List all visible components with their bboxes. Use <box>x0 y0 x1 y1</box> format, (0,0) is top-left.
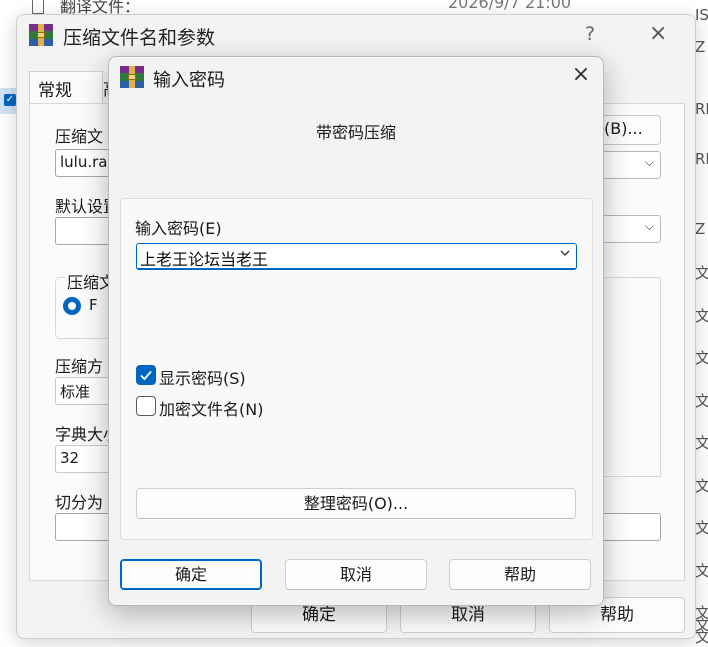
password-value: 上老王论坛当老王 <box>140 250 269 269</box>
background-list-item: 文 <box>695 477 708 495</box>
background-list-item: 文 <box>695 349 708 367</box>
default-settings-field[interactable] <box>55 217 115 245</box>
password-heading: 带密码压缩 <box>315 123 396 142</box>
update-mode-dropdown[interactable]: ⌵ <box>597 215 661 243</box>
archive-name-input[interactable]: lulu.rar <box>55 149 115 177</box>
close-icon[interactable]: × <box>567 61 595 89</box>
background-list-item: 文 <box>695 519 708 537</box>
encrypt-filenames-checkbox[interactable] <box>136 396 156 416</box>
check-icon <box>140 370 152 381</box>
close-icon[interactable]: × <box>649 21 667 46</box>
background-list-item: 文 <box>695 307 708 325</box>
background-list-item: 文 <box>695 628 708 646</box>
method-select[interactable]: 标准 <box>55 377 115 405</box>
background-file-time: 2026/9/7 21:00 <box>448 0 572 12</box>
background-list-item: IS <box>695 6 708 24</box>
chevron-down-icon: ⌵ <box>644 219 654 233</box>
background-list-item: RF <box>695 150 708 168</box>
chevron-down-icon[interactable] <box>560 248 570 258</box>
check-icon: ✓ <box>4 94 16 106</box>
archive-name-dropdown[interactable]: ⌵ <box>597 151 661 179</box>
password-dialog: 输入密码 × 带密码压缩 输入密码(E) 上老王论坛当老王 显示密码(S) 加密… <box>108 56 604 606</box>
winrar-icon <box>29 24 53 46</box>
archive-dialog-title: 压缩文件名和参数 <box>63 27 216 49</box>
show-password-checkbox[interactable] <box>136 365 156 385</box>
background-file-row: 翻译文件： 2026/9/7 21:00 <box>30 0 690 14</box>
method-label: 压缩方 <box>55 357 104 376</box>
background-list-item: 文 <box>695 434 708 452</box>
password-dialog-title: 输入密码 <box>153 70 225 91</box>
winrar-icon <box>120 66 144 88</box>
cancel-button[interactable]: 取消 <box>285 559 427 590</box>
background-list-item: Z <box>695 220 706 238</box>
background-list-item: RF <box>695 100 708 118</box>
format-radio-label: F <box>89 296 98 314</box>
password-input[interactable]: 上老王论坛当老王 <box>136 243 577 270</box>
password-label: 输入密码(E) <box>135 219 222 238</box>
help-button[interactable]: 帮助 <box>449 559 591 590</box>
document-icon <box>32 0 44 14</box>
split-input[interactable] <box>55 513 115 541</box>
background-list-item: Z <box>695 38 706 56</box>
organize-passwords-button[interactable]: 整理密码(O)... <box>136 488 576 519</box>
archive-options-group <box>603 277 661 477</box>
dictionary-select[interactable]: 32 <box>55 445 115 473</box>
archive-name-label: 压缩文 <box>55 127 104 146</box>
show-password-label[interactable]: 显示密码(S) <box>159 365 246 389</box>
ok-button[interactable]: 确定 <box>120 559 262 590</box>
background-file-label: 翻译文件： <box>60 0 141 14</box>
split-unit-field[interactable] <box>597 513 661 541</box>
background-list-item: 文 <box>695 264 708 282</box>
split-label: 切分为 <box>55 493 104 512</box>
format-radio[interactable] <box>63 297 81 315</box>
chevron-down-icon: ⌵ <box>644 155 654 169</box>
background-list-item: 文 <box>695 562 708 580</box>
browse-button[interactable]: (B)... <box>597 115 661 145</box>
help-icon[interactable]: ? <box>585 23 595 45</box>
encrypt-filenames-label[interactable]: 加密文件名(N) <box>159 396 263 420</box>
background-list-item: 文 <box>695 392 708 410</box>
tab-general[interactable]: 常规 <box>29 71 103 103</box>
